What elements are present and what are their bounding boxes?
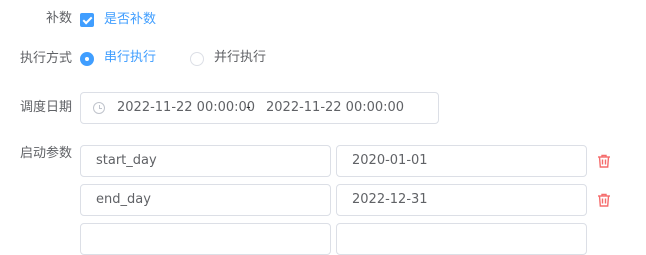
startup-params-label: 启动参数 bbox=[19, 146, 72, 161]
param-value-input[interactable]: 2020-01-01 bbox=[336, 145, 587, 177]
start-datetime[interactable]: 2022-11-22 00:00:00 bbox=[117, 100, 255, 116]
makeup-checkbox[interactable] bbox=[80, 13, 94, 27]
schedule-date-range-picker[interactable]: 2022-11-22 00:00:00 - 2022-11-22 00:00:0… bbox=[80, 92, 439, 124]
delete-trash-icon[interactable] bbox=[596, 153, 612, 169]
makeup-label: 补数 bbox=[45, 11, 72, 26]
radio-serial[interactable] bbox=[80, 52, 94, 66]
delete-trash-icon[interactable] bbox=[596, 192, 612, 208]
range-separator: - bbox=[246, 100, 251, 115]
clock-icon bbox=[93, 102, 105, 114]
makeup-checkbox-label[interactable]: 是否补数 bbox=[104, 11, 156, 29]
exec-mode-label: 执行方式 bbox=[19, 51, 72, 66]
param-value-input-partial[interactable] bbox=[336, 223, 587, 255]
radio-serial-label[interactable]: 串行执行 bbox=[104, 49, 156, 67]
end-datetime[interactable]: 2022-11-22 00:00:00 bbox=[266, 100, 404, 116]
param-key-input-partial[interactable] bbox=[80, 223, 331, 255]
radio-parallel[interactable] bbox=[190, 52, 204, 66]
param-value-input[interactable]: 2022-12-31 bbox=[336, 184, 587, 216]
schedule-date-label: 调度日期 bbox=[19, 100, 72, 115]
param-key-input[interactable]: start_day bbox=[80, 145, 331, 177]
radio-parallel-label[interactable]: 并行执行 bbox=[214, 49, 266, 67]
param-key-input[interactable]: end_day bbox=[80, 184, 331, 216]
